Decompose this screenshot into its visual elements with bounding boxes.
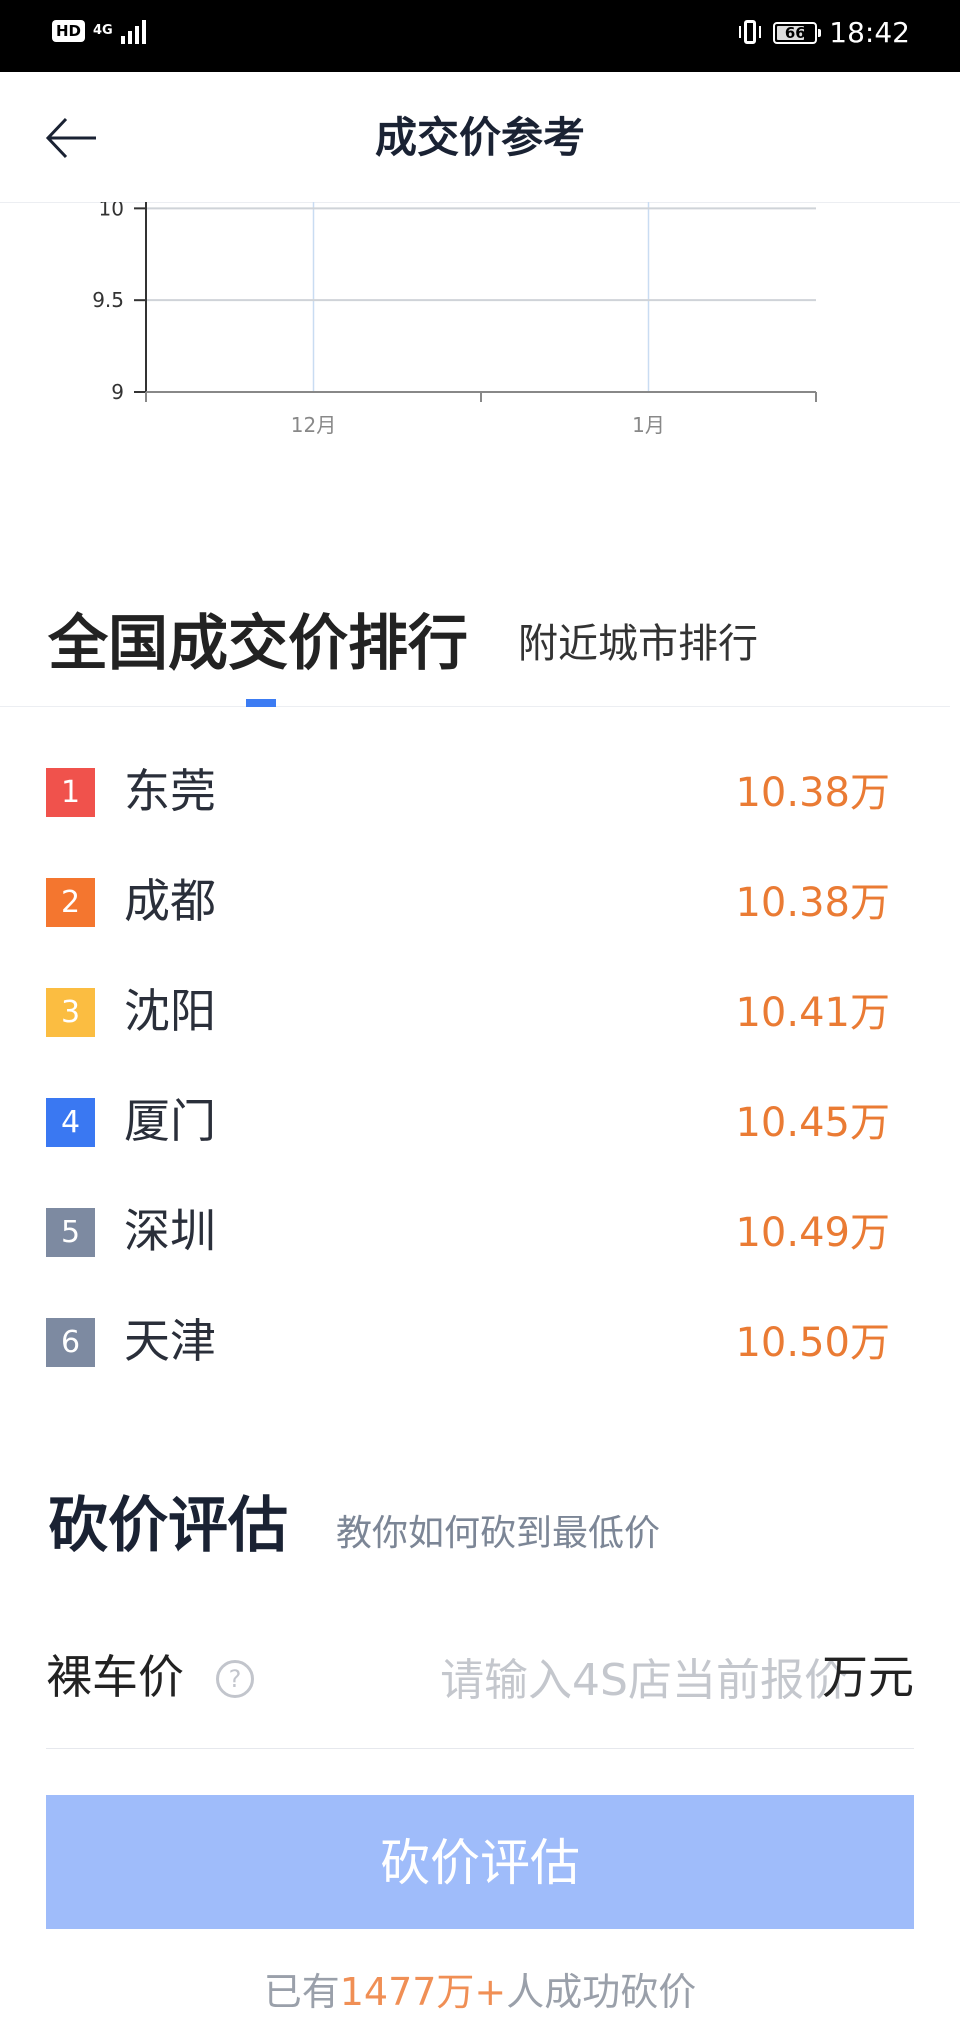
price-trend-chart: 9 9.5 10 12月 1月: [0, 196, 960, 462]
network-type: 4G: [93, 23, 113, 38]
rank-city: 沈阳: [124, 984, 216, 1038]
signal-icon: [120, 18, 146, 44]
bargain-footer-note: 已有1477万+人成功砍价: [0, 1962, 960, 2022]
rank-badge: 1: [46, 768, 95, 817]
vibrate-icon: [739, 18, 762, 48]
footer-suffix: 人成功砍价: [506, 1970, 697, 2014]
ranking-row[interactable]: 2 成都 10.38万: [0, 845, 960, 955]
rank-city: 深圳: [124, 1204, 216, 1258]
bargain-section-subtitle: 教你如何砍到最低价: [336, 1513, 661, 1554]
ranking-row[interactable]: 3 沈阳 10.41万: [0, 955, 960, 1065]
rank-city: 天津: [124, 1314, 216, 1368]
x-tick-label: 12月: [291, 413, 336, 437]
rank-city: 东莞: [124, 764, 216, 818]
battery-level: 66: [784, 23, 806, 42]
ranking-row[interactable]: 1 东莞 10.38万: [0, 735, 960, 845]
rank-price: 10.45万: [735, 1100, 890, 1146]
bargain-evaluate-button[interactable]: 砍价评估: [46, 1795, 914, 1929]
x-tick-label: 1月: [632, 413, 665, 437]
rank-price: 10.49万: [735, 1210, 890, 1256]
ranking-row[interactable]: 6 天津 10.50万: [0, 1285, 960, 1395]
price-unit: 万元: [822, 1650, 914, 1704]
rank-badge: 5: [46, 1208, 95, 1257]
tab-indicator: [246, 699, 276, 707]
bare-price-label: 裸车价: [46, 1650, 184, 1704]
nav-header: 成交价参考: [0, 72, 960, 203]
rank-city: 成都: [124, 874, 216, 928]
tab-national-ranking[interactable]: 全国成交价排行: [48, 604, 468, 684]
status-left: HD 4G: [52, 18, 146, 44]
hd-icon: HD: [52, 20, 86, 42]
bargain-section-title: 砍价评估: [48, 1491, 288, 1561]
footer-prefix: 已有: [263, 1970, 340, 2014]
status-right: 66 18:42: [739, 16, 910, 49]
tab-nearby-ranking[interactable]: 附近城市排行: [518, 614, 758, 674]
bare-price-row: 裸车价 ? 万元: [46, 1618, 914, 1749]
rank-price: 10.50万: [735, 1320, 890, 1366]
status-bar: HD 4G 66 18:42: [0, 0, 960, 72]
rank-price: 10.41万: [735, 990, 890, 1036]
rank-price: 10.38万: [735, 880, 890, 926]
rank-badge: 2: [46, 878, 95, 927]
ranking-row[interactable]: 4 厦门 10.45万: [0, 1065, 960, 1175]
rank-price: 10.38万: [735, 770, 890, 816]
ranking-tabs: 全国成交价排行 附近城市排行: [0, 590, 950, 707]
clock: 18:42: [829, 16, 910, 49]
footer-count: 1477万+: [339, 1970, 507, 2014]
rank-city: 厦门: [124, 1094, 216, 1148]
ranking-list: 1 东莞 10.38万 2 成都 10.38万 3 沈阳 10.41万 4 厦门 10.45万 5 深圳 1…: [0, 735, 960, 1395]
ranking-row[interactable]: 5 深圳 10.49万: [0, 1175, 960, 1285]
y-tick-label: 9.5: [92, 288, 124, 312]
chart-svg: 9 9.5 10 12月 1月: [92, 196, 817, 437]
bare-price-input[interactable]: [346, 1648, 850, 1712]
page-title: 成交价参考: [374, 113, 585, 162]
battery-icon: 66: [773, 21, 822, 44]
rank-badge: 6: [46, 1318, 95, 1367]
question-circle-icon[interactable]: ?: [216, 1660, 254, 1698]
rank-badge: 4: [46, 1098, 95, 1147]
rank-badge: 3: [46, 988, 95, 1037]
y-tick-label: 9: [111, 380, 124, 404]
y-tick-label: 10: [99, 202, 124, 220]
